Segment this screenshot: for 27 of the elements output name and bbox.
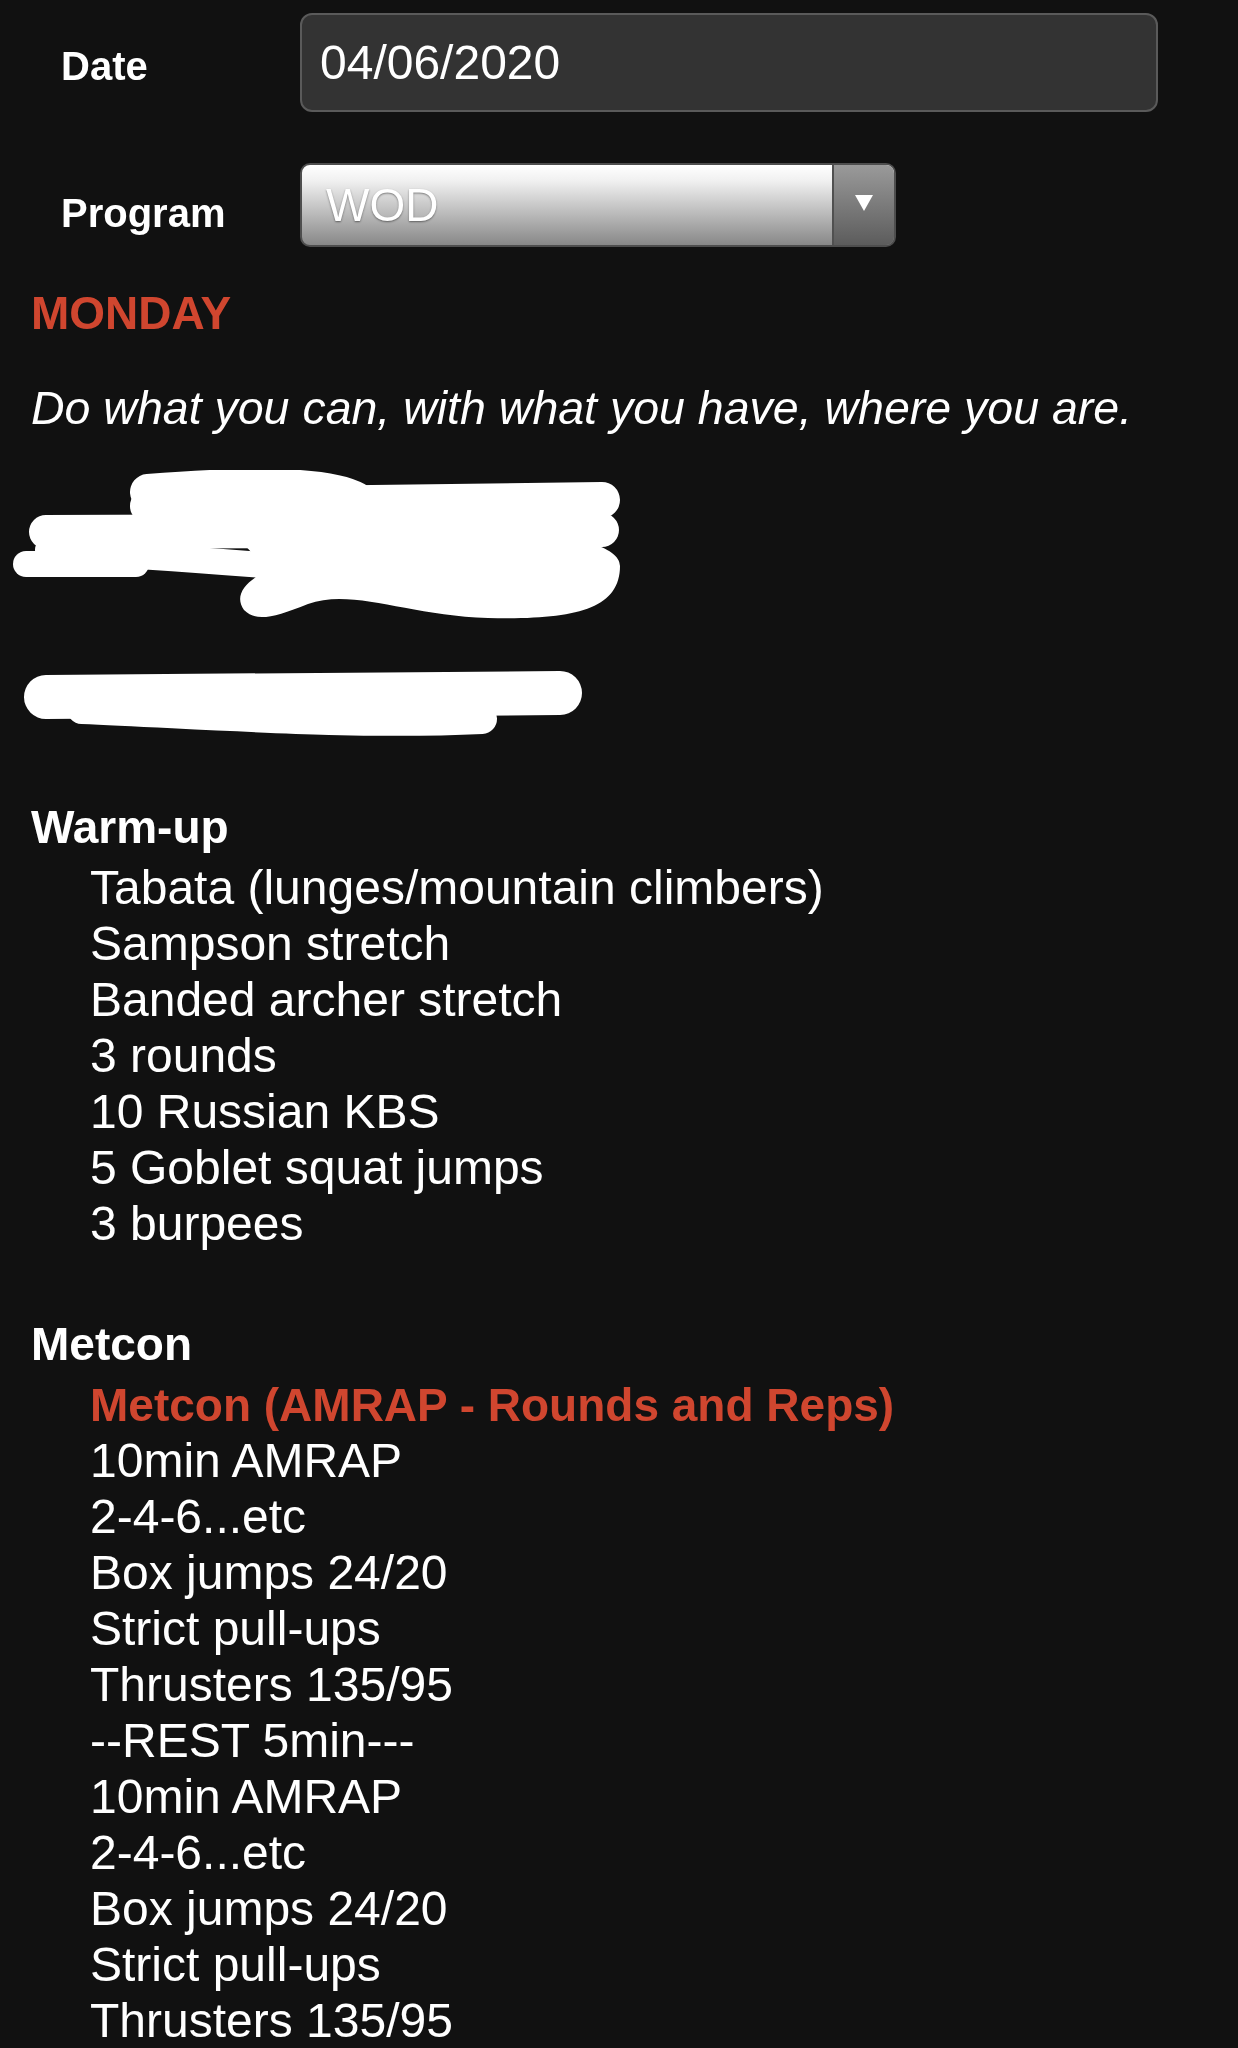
workout-line: Box jumps 24/20: [90, 1881, 448, 1937]
workout-line: Tabata (lunges/mountain climbers): [90, 860, 824, 916]
workout-line: 10min AMRAP: [90, 1433, 403, 1489]
section-heading: Warm-up: [31, 800, 229, 855]
workout-line: --REST 5min---: [90, 1713, 415, 1769]
field-label: Program: [60, 190, 227, 237]
day-heading: MONDAY: [31, 286, 232, 340]
workout-line: 2-4-6...etc: [90, 1489, 307, 1545]
workout-line: 10min AMRAP: [90, 1769, 403, 1825]
workout-line: Box jumps 24/20: [90, 1545, 448, 1601]
section-heading: Metcon: [31, 1317, 192, 1372]
field-label: Date: [60, 42, 149, 90]
workout-line: 2-4-6...etc: [90, 1825, 307, 1881]
workout-line: Strict pull-ups: [90, 1601, 381, 1657]
workout-line: Banded archer stretch: [90, 972, 563, 1028]
workout-line: Sampson stretch: [90, 916, 451, 972]
workout-line: Thrusters 135/95: [90, 1993, 453, 2048]
workout-title: Metcon (AMRAP - Rounds and Reps): [90, 1378, 895, 1433]
workout-line: 5 Goblet squat jumps: [90, 1140, 544, 1196]
dropdown-caret-icon[interactable]: [832, 165, 894, 245]
workout-line: 3 rounds: [90, 1028, 277, 1084]
date-input[interactable]: 04/06/2020: [300, 13, 1158, 112]
workout-line: Strict pull-ups: [90, 1937, 381, 1993]
workout-line: Thrusters 135/95: [90, 1657, 453, 1713]
quote-text: Do what you can, with what you have, where you are.: [31, 381, 1133, 436]
workout-line: 10 Russian KBS: [90, 1084, 440, 1140]
workout-line: 3 burpees: [90, 1196, 304, 1252]
